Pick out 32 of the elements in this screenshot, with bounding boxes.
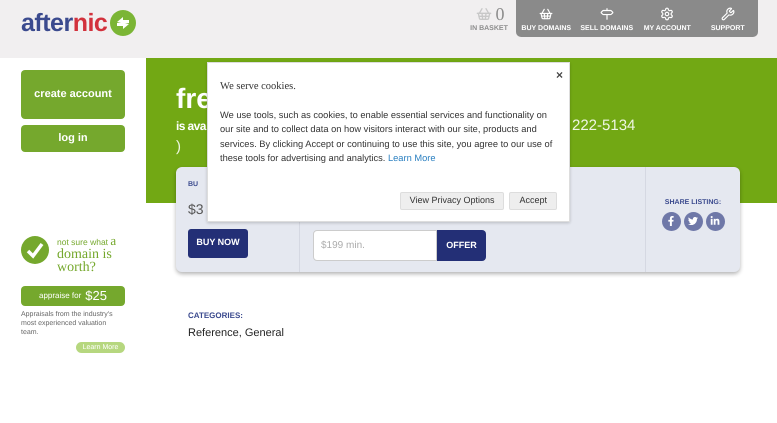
appraise-prompt: not sure what a — [57, 235, 116, 248]
offer-field[interactable]: $199 min. — [313, 230, 437, 261]
privacy-options-button[interactable]: View Privacy Options — [400, 192, 504, 210]
availability-text: is ava — [176, 119, 206, 133]
basket-count: 0 — [496, 4, 504, 24]
dialog-title: We serve cookies. — [220, 80, 297, 94]
offer-button[interactable]: OFFER — [437, 230, 486, 261]
close-button[interactable]: × — [556, 66, 563, 84]
appraise-button[interactable]: appraise for $25 — [21, 286, 125, 306]
checkmark-icon — [21, 236, 49, 264]
logo-icon — [110, 10, 136, 36]
signpost-icon — [600, 7, 614, 21]
categories-label: CATEGORIES: — [188, 310, 244, 322]
create-account-button[interactable]: create account — [21, 70, 125, 119]
gear-icon — [660, 7, 674, 21]
logo-text[interactable]: afternic — [21, 9, 108, 37]
accept-button[interactable]: Accept — [509, 192, 557, 210]
basket-icon — [474, 6, 494, 22]
price-text: $3 — [188, 200, 205, 218]
log-in-button[interactable]: log in — [21, 125, 125, 152]
paren-text: ) — [176, 138, 181, 156]
cookie-message: We use tools, such as cookies, to enable essential services and functionality on our site and to collect data on how visitors interact with our site, products and services. By clicking Accept or continuing to use this site, you agree to our use of these tools for advertising and analytics. Learn More — [220, 108, 554, 166]
categories-value: Reference, General — [188, 326, 285, 341]
learn-more-link[interactable]: Learn More — [388, 153, 436, 164]
bird-icon[interactable] — [684, 212, 702, 230]
wrench-icon — [720, 7, 735, 21]
appraise-heading: domain is worth? — [57, 248, 113, 274]
basket-icon — [539, 7, 554, 21]
linkedin-icon[interactable] — [706, 212, 724, 230]
buy-now-button[interactable]: BUY NOW — [188, 228, 248, 258]
facebook-icon[interactable] — [662, 212, 680, 230]
phone-number: 222-5134 — [572, 116, 636, 136]
